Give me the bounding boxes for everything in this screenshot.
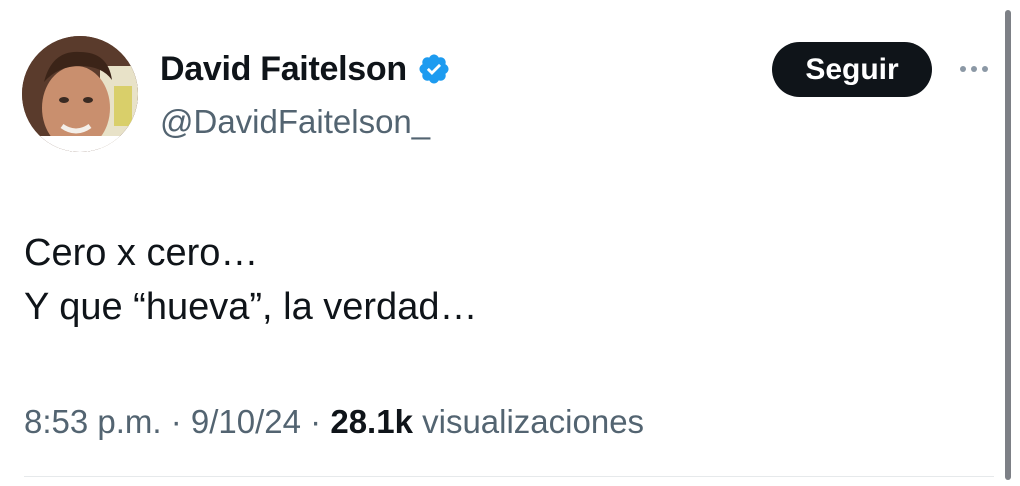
tweet-text-line: Y que “hueva”, la verdad… [24,286,478,328]
scrollbar[interactable] [1005,10,1011,480]
views-label: visualizaciones [412,403,645,440]
author-name-row: David Faitelson [160,49,451,89]
avatar-photo [22,36,138,152]
author-handle[interactable]: @DavidFaitelson_ [160,102,430,142]
dot [982,66,988,72]
tweet-meta: 8:53 p.m. · 9/10/24 · 28.1k visualizacio… [24,400,644,444]
tweet-text-line: Cero x cero… [24,232,259,274]
separator: · [161,403,191,440]
dot [960,66,966,72]
follow-button[interactable]: Seguir [772,42,932,97]
tweet-time[interactable]: 8:53 p.m. [24,403,162,440]
tweet-date[interactable]: 9/10/24 [191,403,301,440]
more-options-icon[interactable] [954,56,994,82]
views-count: 28.1k [330,403,413,440]
divider [24,476,994,477]
tweet-card: David Faitelson @DavidFaitelson_ Seguir … [0,0,1020,486]
author-display-name[interactable]: David Faitelson [160,49,407,89]
tweet-text: Cero x cero… Y que “hueva”, la verdad… [24,226,477,334]
separator: · [301,403,331,440]
verified-badge-icon [417,52,451,86]
dot [971,66,977,72]
avatar[interactable] [22,36,138,152]
